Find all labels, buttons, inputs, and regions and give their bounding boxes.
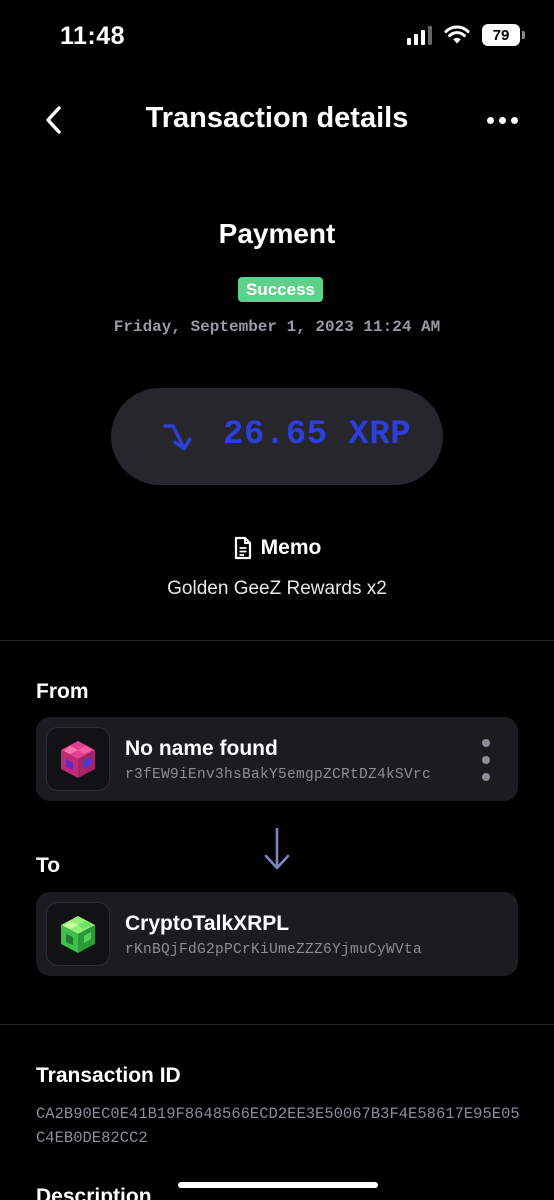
transaction-id-value[interactable]: CA2B90EC0E41B19F8648566ECD2EE3E50067B3F4…: [36, 1102, 526, 1150]
transaction-type: Payment: [218, 218, 336, 249]
home-indicator[interactable]: [178, 1182, 378, 1188]
incoming-arrow-icon: [163, 424, 192, 451]
to-account-card[interactable]: CryptoTalkXRPL rKnBQjFdG2pPCrKiUmeZZZ6Yj…: [36, 892, 518, 976]
dot-icon: [482, 773, 490, 781]
memo-label: Memo: [260, 536, 322, 559]
amount-pill: 26.65 XRP: [111, 388, 443, 485]
dot-icon: [510, 116, 518, 124]
transaction-date: Friday, September 1, 2023 11:24 AM: [113, 318, 441, 336]
cellular-signal-icon: [407, 25, 432, 45]
dot-icon: [486, 116, 494, 124]
account-name: CryptoTalkXRPL: [125, 912, 290, 935]
account-avatar: [46, 727, 110, 791]
dot-icon: [482, 739, 490, 747]
status-bar: 11:48 79: [0, 0, 554, 72]
transaction-amount: 26.65 XRP: [223, 416, 412, 454]
document-icon: [234, 536, 251, 560]
from-account-card[interactable]: No name found r3fEW9iEnv3hsBakY5emgpZCRt…: [36, 717, 518, 801]
to-label: To: [36, 854, 61, 877]
account-address: r3fEW9iEnv3hsBakY5emgpZCRtDZ4kSVrc: [125, 767, 432, 783]
status-time: 11:48: [60, 22, 126, 50]
memo-value: Golden GeeZ Rewards x2: [167, 578, 387, 599]
status-icons: 79: [407, 24, 525, 46]
arrow-down-icon: [264, 827, 290, 870]
description-label: Description: [36, 1185, 152, 1200]
account-address: rKnBQjFdG2pPCrKiUmeZZZ6YjmuCyWVta: [125, 942, 423, 958]
account-options-button[interactable]: [476, 739, 496, 781]
account-avatar: [46, 902, 110, 966]
cube-avatar-icon: [61, 916, 95, 953]
header: Transaction details: [0, 92, 554, 148]
dot-icon: [498, 116, 506, 124]
page-title: Transaction details: [145, 102, 409, 134]
dot-icon: [482, 756, 490, 764]
divider: [0, 1024, 554, 1025]
account-name: No name found: [125, 737, 278, 760]
cube-avatar-icon: [61, 741, 95, 778]
memo-heading: Memo: [0, 536, 554, 560]
status-badge: Success: [238, 277, 323, 302]
divider: [0, 640, 554, 641]
transaction-details-screen: 11:48 79 Transaction details Payment Suc…: [0, 0, 554, 1200]
transaction-id-label: Transaction ID: [36, 1064, 181, 1087]
from-label: From: [36, 680, 89, 703]
more-options-button[interactable]: [480, 100, 524, 140]
battery-icon: 79: [482, 24, 525, 46]
wifi-icon: [444, 25, 470, 44]
